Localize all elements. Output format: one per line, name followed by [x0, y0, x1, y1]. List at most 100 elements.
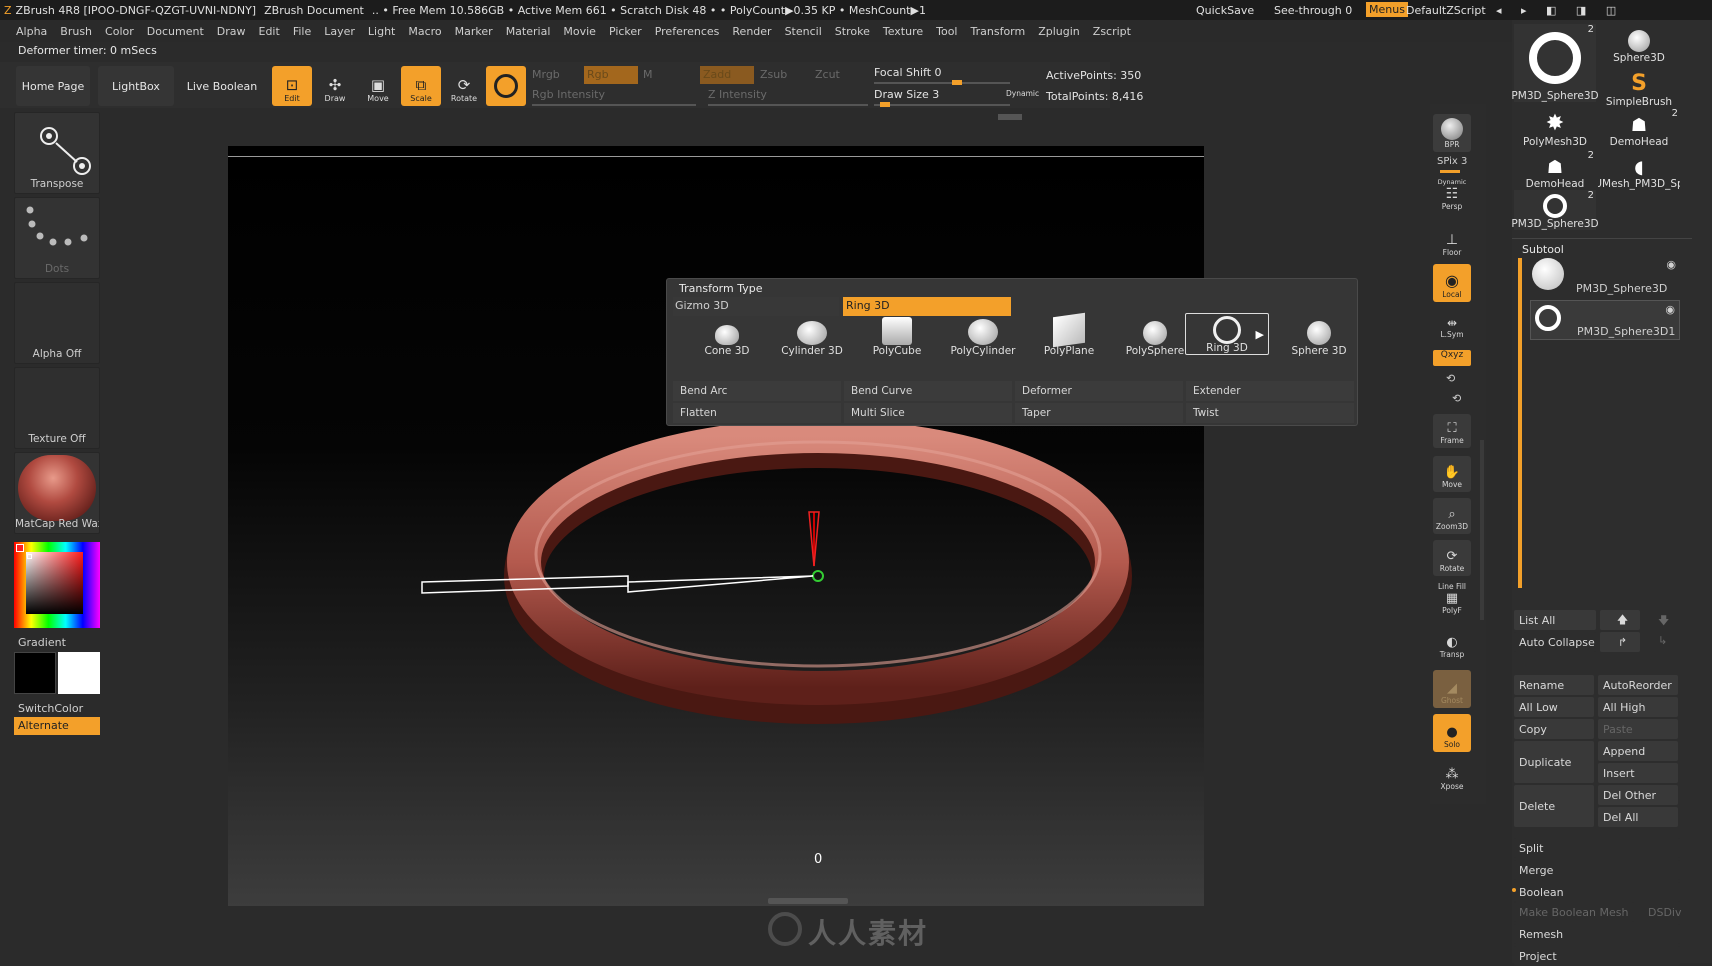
taper-item[interactable]: Taper — [1015, 403, 1183, 423]
rename-button[interactable]: Rename — [1514, 675, 1594, 695]
all-high-button[interactable]: All High — [1598, 697, 1678, 717]
transpose-button[interactable]: Transpose — [14, 112, 100, 194]
menu-macro[interactable]: Macro — [408, 25, 441, 38]
quicksave-button[interactable]: QuickSave — [1196, 4, 1254, 17]
secondary-color-swatch[interactable] — [14, 652, 56, 694]
dynamic-toggle[interactable]: Dynamic — [1006, 89, 1039, 98]
bend-curve-item[interactable]: Bend Curve — [844, 381, 1012, 401]
focal-shift-slider[interactable]: Focal Shift 0 — [874, 66, 942, 79]
menu-preferences[interactable]: Preferences — [655, 25, 720, 38]
stroke-dots-button[interactable]: Dots — [14, 197, 100, 279]
append-button[interactable]: Append — [1598, 741, 1678, 761]
menu-stencil[interactable]: Stencil — [785, 25, 822, 38]
rgb-toggle[interactable]: Rgb — [584, 66, 638, 84]
subtool-row-2[interactable]: ◉ PM3D_Sphere3D1 — [1530, 300, 1680, 340]
live-boolean-button[interactable]: Live Boolean — [182, 66, 262, 106]
toolbar-scroll-handle[interactable] — [998, 114, 1022, 120]
remesh-section[interactable]: Remesh — [1514, 924, 1680, 944]
home-page-button[interactable]: Home Page — [16, 66, 90, 106]
xyz-symmetry-toggle[interactable]: Qxyz — [1433, 350, 1471, 366]
list-all-button[interactable]: List All — [1514, 610, 1596, 630]
polyplane-item[interactable]: PolyPlane — [1029, 312, 1109, 357]
subtool-visibility-icon[interactable]: ◉ — [1666, 258, 1676, 271]
del-other-button[interactable]: Del Other — [1598, 785, 1678, 805]
mrgb-toggle[interactable]: Mrgb — [532, 68, 560, 81]
gizmo-3d-label[interactable]: Gizmo 3D — [673, 297, 839, 316]
subtool-row-1[interactable]: ◉ PM3D_Sphere3D — [1530, 256, 1680, 296]
subtool-header[interactable]: Subtool — [1522, 243, 1564, 256]
viewport-scroll-handle[interactable] — [768, 898, 848, 904]
subtool-scrollbar[interactable] — [1518, 258, 1522, 588]
menu-draw[interactable]: Draw — [217, 25, 246, 38]
menu-light[interactable]: Light — [368, 25, 395, 38]
rotate-view-button[interactable]: ⟳ Rotate — [1433, 540, 1471, 576]
z-intensity-track[interactable] — [708, 104, 868, 106]
tool-thumb-umesh[interactable]: ◖ UMesh_PM3D_Sp — [1598, 150, 1680, 190]
bend-arc-item[interactable]: Bend Arc — [673, 381, 841, 401]
draw-size-handle[interactable] — [880, 102, 890, 107]
zadd-toggle[interactable]: Zadd — [700, 66, 754, 84]
focal-shift-track[interactable] — [874, 82, 1010, 84]
window-controls-icon[interactable]: ◂ ▸ ◧ ◨ ◫ — [1496, 4, 1624, 17]
z-intensity-slider[interactable]: Z Intensity — [708, 88, 767, 101]
material-button[interactable]: MatCap Red Wax — [14, 452, 100, 534]
draw-size-slider[interactable]: Draw Size 3 — [874, 88, 939, 101]
tool-thumb-pm3d-sphere[interactable]: PM3D_Sphere3D 2 — [1511, 24, 1599, 102]
menu-picker[interactable]: Picker — [609, 25, 642, 38]
menu-texture[interactable]: Texture — [883, 25, 923, 38]
menu-transform[interactable]: Transform — [971, 25, 1026, 38]
m-toggle[interactable]: M — [643, 68, 653, 81]
polyf-button[interactable]: Line Fill ▦ PolyF — [1433, 582, 1471, 618]
polycube-item[interactable]: PolyCube — [857, 315, 937, 357]
gradient-toggle[interactable]: Gradient — [18, 636, 66, 649]
move-mode-button[interactable]: ▣ Move — [358, 66, 398, 106]
menu-material[interactable]: Material — [506, 25, 551, 38]
make-boolean-mesh-button[interactable]: Make Boolean Mesh — [1514, 902, 1634, 922]
primary-color-swatch[interactable] — [58, 652, 100, 694]
ring-3d-mesh[interactable] — [228, 146, 1204, 906]
alternate-toggle[interactable]: Alternate — [14, 717, 100, 735]
tool-thumb-demohead-2[interactable]: ☗ DemoHead 2 — [1514, 150, 1596, 190]
menu-tool[interactable]: Tool — [936, 25, 957, 38]
rotate-axis-icon[interactable]: ⟲ — [1446, 372, 1455, 385]
autoreorder-button[interactable]: AutoReorder — [1598, 675, 1678, 695]
menu-edit[interactable]: Edit — [259, 25, 280, 38]
split-section[interactable]: Split — [1514, 838, 1680, 858]
bpr-button[interactable]: BPR — [1433, 114, 1471, 152]
spix-slider[interactable]: SPix 3 — [1437, 156, 1467, 167]
rgb-intensity-track[interactable] — [532, 104, 696, 106]
persp-button[interactable]: Dynamic ☷ Persp — [1433, 176, 1471, 214]
zoom-3d-button[interactable]: ⌕ Zoom3D — [1433, 498, 1471, 534]
draw-size-track[interactable] — [874, 104, 1010, 106]
focal-shift-handle[interactable] — [952, 80, 962, 85]
rotate-axis-2-icon[interactable]: ⟲ — [1452, 392, 1461, 405]
menus-toggle[interactable]: Menus — [1366, 2, 1408, 17]
all-low-button[interactable]: All Low — [1514, 697, 1594, 717]
ring-3d-selected[interactable]: Ring 3D — [843, 297, 1011, 316]
default-zscript-button[interactable]: DefaultZScript — [1406, 4, 1486, 17]
tool-thumb-pm3d-sphere-2[interactable]: PM3D_Sphere3D 2 — [1511, 190, 1599, 230]
solo-button[interactable]: ● Solo — [1433, 714, 1471, 752]
edit-mode-button[interactable]: ⊡ Edit — [272, 66, 312, 106]
rgb-intensity-slider[interactable]: Rgb Intensity — [532, 88, 605, 101]
floor-button[interactable]: ⊥ Floor — [1433, 222, 1471, 260]
merge-section[interactable]: Merge — [1514, 860, 1680, 880]
scale-mode-button[interactable]: ⧉ Scale — [401, 66, 441, 106]
twist-item[interactable]: Twist — [1186, 403, 1354, 423]
subtool-visibility-icon[interactable]: ◉ — [1665, 303, 1675, 316]
polycylinder-item[interactable]: PolyCylinder — [943, 315, 1023, 357]
move-up-arrow-icon[interactable]: 🡅 — [1600, 610, 1640, 630]
paste-button[interactable]: Paste — [1598, 719, 1678, 739]
menu-layer[interactable]: Layer — [324, 25, 355, 38]
gizmo-3d-toggle[interactable] — [486, 66, 526, 106]
tool-thumb-simplebrush[interactable]: S SimpleBrush — [1598, 68, 1680, 108]
lightbox-button[interactable]: LightBox — [98, 66, 174, 106]
cone-3d-item[interactable]: Cone 3D — [687, 315, 767, 357]
zsub-toggle[interactable]: Zsub — [760, 68, 787, 81]
frame-button[interactable]: ⛶ Frame — [1433, 414, 1471, 448]
dsdiv-slider[interactable]: DSDiv — [1648, 906, 1682, 919]
delete-button[interactable]: Delete — [1514, 785, 1594, 827]
draw-mode-button[interactable]: ✣ Draw — [315, 66, 355, 106]
redirect-arrow-2-icon[interactable]: ↳ — [1658, 634, 1667, 647]
tool-thumb-sphere3d[interactable]: Sphere3D — [1598, 24, 1680, 64]
